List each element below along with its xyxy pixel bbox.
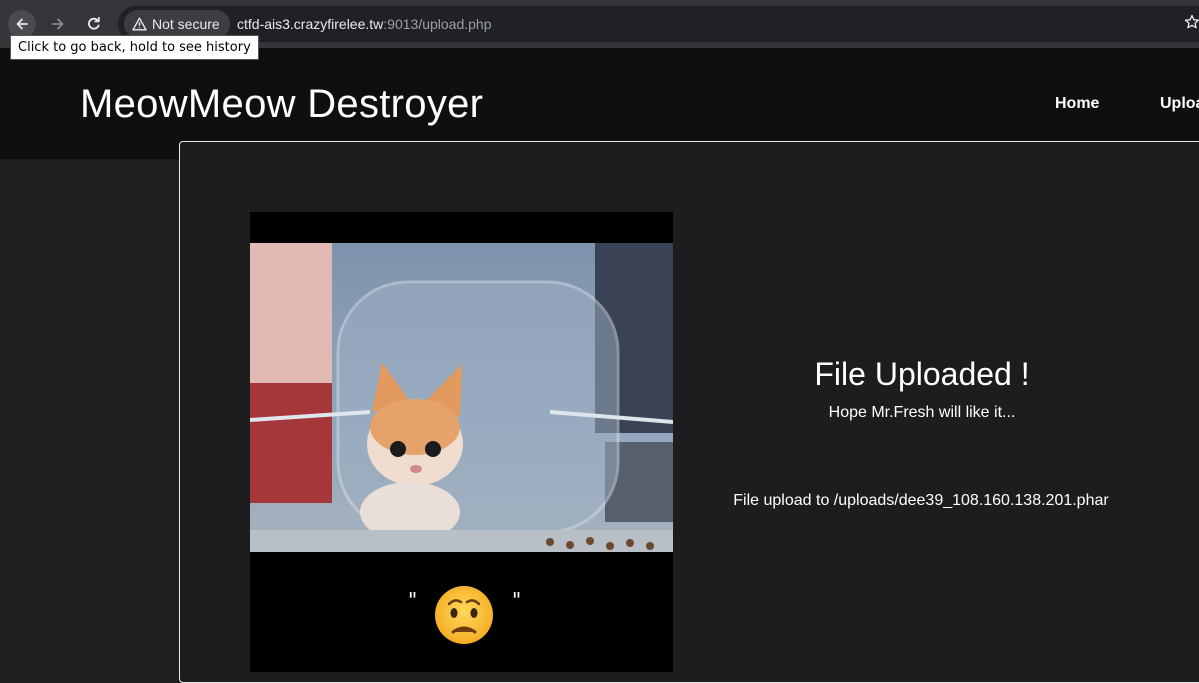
back-arrow-icon bbox=[16, 18, 28, 30]
warning-icon bbox=[132, 17, 147, 31]
upload-path-text: File upload to /uploads/dee39_108.160.13… bbox=[733, 492, 1109, 509]
nav-upload-link[interactable]: Uploa bbox=[1160, 95, 1199, 113]
url-path: :9013/upload.php bbox=[383, 16, 492, 32]
forward-arrow-icon bbox=[52, 18, 64, 30]
kitten-gif: " " bbox=[250, 212, 673, 672]
back-button[interactable] bbox=[8, 10, 36, 38]
security-label: Not secure bbox=[152, 16, 220, 32]
address-bar[interactable]: Not secure ctfd-ais3.crazyfirelee.tw:901… bbox=[118, 6, 1199, 42]
forward-button[interactable] bbox=[44, 10, 72, 38]
kitten-gif-image: " " bbox=[250, 212, 673, 672]
url-text[interactable]: ctfd-ais3.crazyfirelee.tw:9013/upload.ph… bbox=[237, 16, 492, 32]
back-button-tooltip: Click to go back, hold to see history bbox=[10, 35, 259, 60]
upload-success-subtitle: Hope Mr.Fresh will like it... bbox=[828, 404, 1016, 421]
security-indicator[interactable]: Not secure bbox=[124, 10, 230, 38]
nav-home-link[interactable]: Home bbox=[1055, 95, 1099, 113]
reload-icon bbox=[88, 16, 100, 30]
site-title[interactable]: MeowMeow Destroyer bbox=[80, 82, 483, 127]
reload-button[interactable] bbox=[80, 10, 108, 38]
gif-caption-right: " bbox=[512, 588, 521, 612]
gif-caption-left: " bbox=[408, 588, 417, 612]
worried-face-emoji bbox=[435, 586, 493, 644]
url-host: ctfd-ais3.crazyfirelee.tw bbox=[237, 16, 384, 32]
upload-result-card: " " File Uploaded ! Hope Mr.Fresh will l… bbox=[179, 141, 1199, 683]
star-icon[interactable] bbox=[1184, 14, 1199, 30]
upload-success-heading: File Uploaded ! bbox=[814, 356, 1030, 392]
